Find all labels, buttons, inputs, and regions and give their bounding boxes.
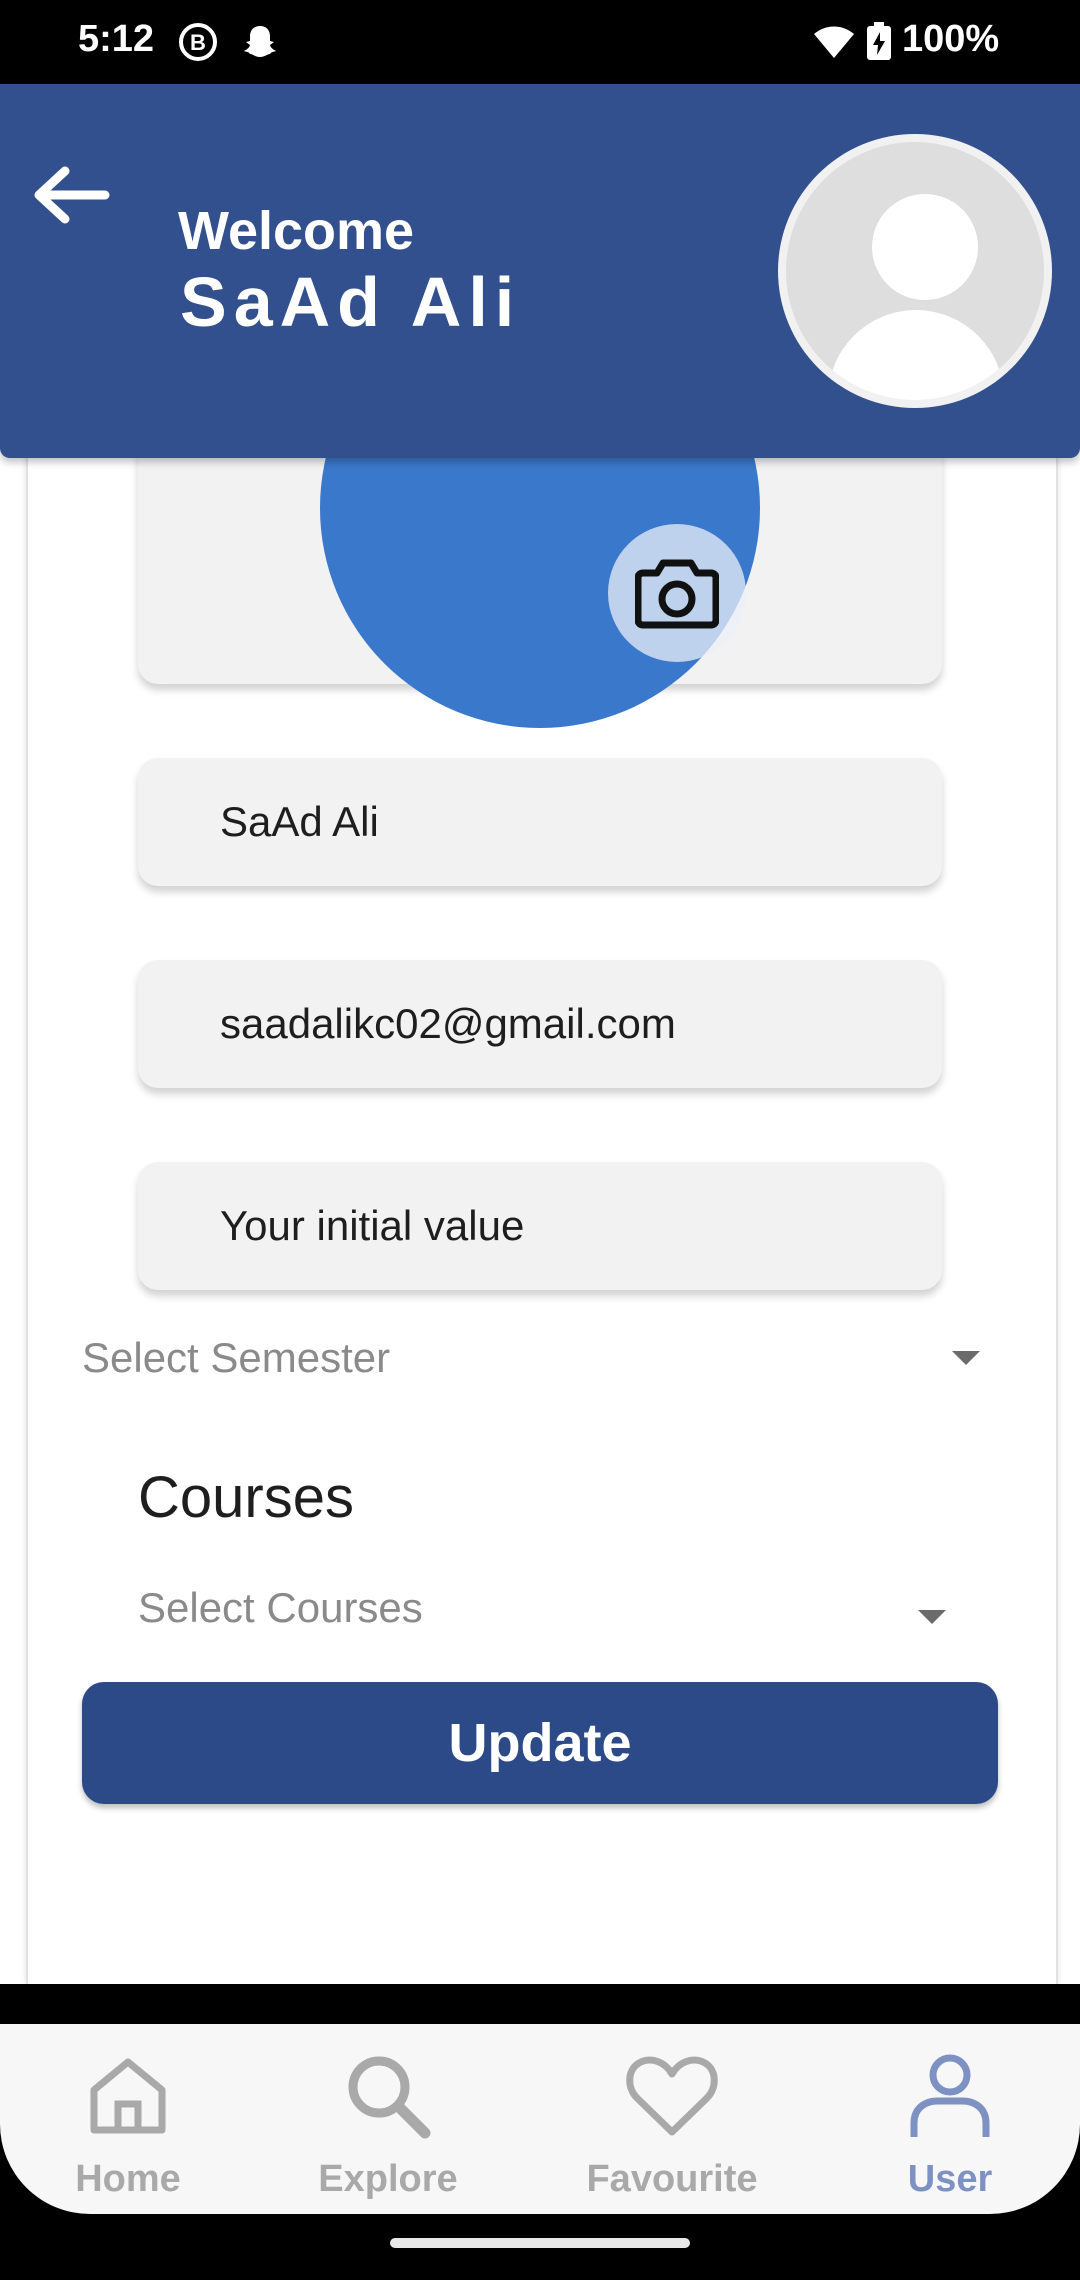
app-screen: 5:12 B 100% Welcome SaAd Ali SaAd Ali sa… (0, 0, 1080, 2280)
avatar-placeholder-icon (786, 142, 1044, 400)
battery-percent: 100% (902, 18, 1000, 60)
welcome-text: Welcome (178, 201, 415, 261)
back-button[interactable] (26, 150, 116, 240)
camera-icon (635, 559, 719, 629)
status-time: 5:12 (78, 18, 155, 60)
header-avatar[interactable] (778, 134, 1052, 408)
header-user-name: SaAd Ali (180, 263, 522, 341)
change-photo-button[interactable] (608, 524, 746, 662)
b-circle-icon: B (178, 22, 218, 62)
svg-text:B: B (190, 30, 206, 55)
status-bar: 5:12 B 100% (0, 0, 1080, 84)
battery-charging-icon (866, 22, 892, 62)
arrow-left-icon (34, 166, 110, 224)
snapchat-icon (240, 22, 280, 62)
wifi-icon (812, 22, 856, 62)
